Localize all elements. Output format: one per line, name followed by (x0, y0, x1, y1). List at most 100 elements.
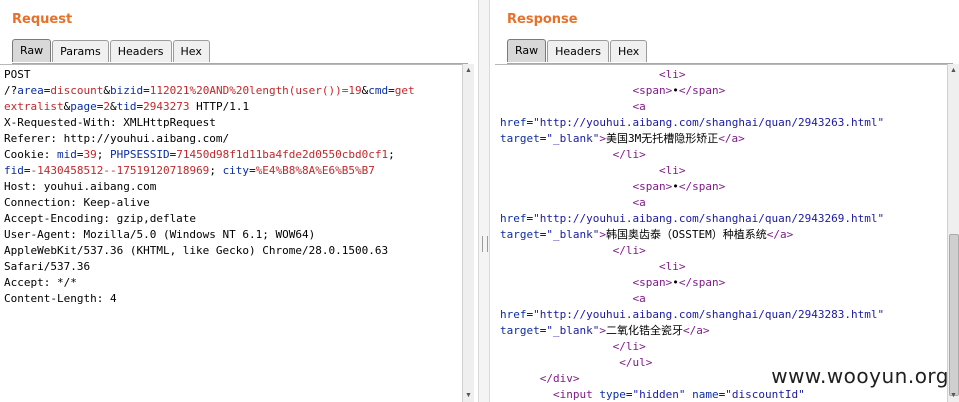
response-token: 韩国奥齿泰（OSSTEM）种植系统 (605, 228, 767, 241)
response-token: </a> (682, 324, 710, 337)
request-token: = (23, 164, 31, 177)
response-token: href (500, 212, 527, 225)
response-token (500, 260, 659, 273)
request-token: Cookie: (4, 148, 57, 161)
request-token: 71450d98f1d11ba4fde2d0550cbd0cf1 (176, 148, 389, 161)
response-token: </div> (539, 372, 580, 385)
request-line: Host: youhui.aibang.com (4, 179, 462, 195)
response-token: target (500, 228, 540, 241)
response-token: <span> (632, 84, 673, 97)
response-token (500, 148, 613, 161)
request-token: HTTP/1.1 (189, 100, 250, 113)
request-line: X-Requested-With: XMLHttpRequest (4, 115, 462, 131)
response-token (500, 84, 632, 97)
response-line: <a (500, 99, 947, 115)
request-token: 2 (103, 100, 110, 113)
response-line: <a (500, 291, 947, 307)
response-line: target="_blank">二氧化锆全瓷牙</a> (500, 323, 947, 339)
request-line: extralist&page=2&tid=2943273 HTTP/1.1 (4, 99, 462, 115)
response-editor[interactable]: <li> <span>•</span> <a href="http://youhu… (495, 64, 947, 402)
request-token: extralist (4, 100, 64, 113)
response-token: > (599, 132, 606, 145)
request-line: Safari/537.36 (4, 259, 462, 275)
request-line: Referer: http://youhui.aibang.com/ (4, 131, 462, 147)
response-token: "http://youhui.aibang.com/shanghai/quan/… (533, 212, 885, 225)
request-token: = (143, 84, 150, 97)
scroll-down-arrow-icon[interactable]: ▼ (949, 391, 958, 400)
response-token: </span> (678, 180, 726, 193)
response-token: </li> (612, 148, 646, 161)
response-title: Response (507, 12, 578, 27)
request-token: Accept-Encoding: gzip,deflate (4, 212, 197, 225)
response-token (500, 100, 632, 113)
response-token: target (500, 324, 540, 337)
response-token: href (500, 308, 527, 321)
response-token (500, 388, 553, 401)
response-token: "_blank" (546, 132, 600, 145)
response-line: </li> (500, 243, 947, 259)
response-token (500, 372, 540, 385)
request-token: area (17, 84, 44, 97)
request-token: Referer: http://youhui.aibang.com/ (4, 132, 230, 145)
request-token: /? (4, 84, 18, 97)
response-token (500, 292, 632, 305)
response-line: <input type="hidden" name="discountId" (500, 387, 947, 402)
request-line: /?area=discount&bizid=112021%20AND%20len… (4, 83, 462, 99)
response-tab-hex[interactable]: Hex (609, 40, 648, 62)
response-line: <li> (500, 163, 947, 179)
response-token: </li> (612, 244, 646, 257)
response-token: <a (632, 292, 646, 305)
response-line: <span>•</span> (500, 179, 947, 195)
response-token: <input (552, 388, 593, 401)
response-line: </li> (500, 339, 947, 355)
panel-splitter[interactable] (478, 0, 490, 402)
response-token: <a (632, 100, 646, 113)
response-tab-headers[interactable]: Headers (547, 40, 609, 62)
request-raw-text[interactable]: POST/?area=discount&bizid=112021%20AND%2… (0, 65, 462, 307)
request-line: fid=-1430458512--17519120718969; city=%E… (4, 163, 462, 179)
scroll-up-arrow-icon[interactable]: ▲ (464, 66, 473, 75)
scrollbar-thumb[interactable] (949, 234, 959, 396)
response-scrollbar[interactable]: ▲ ▼ (947, 64, 959, 402)
request-token: tid (116, 100, 137, 113)
scroll-up-arrow-icon[interactable]: ▲ (949, 66, 958, 75)
splitter-grip-icon[interactable] (482, 236, 488, 252)
request-tab-params[interactable]: Params (52, 40, 109, 62)
response-raw-text[interactable]: <li> <span>•</span> <a href="http://youhu… (495, 65, 947, 402)
response-token: type (599, 388, 626, 401)
request-scrollbar[interactable]: ▲ ▼ (462, 64, 474, 402)
request-token: city (222, 164, 250, 177)
response-line: target="_blank">韩国奥齿泰（OSSTEM）种植系统</a> (500, 227, 947, 243)
scroll-down-arrow-icon[interactable]: ▼ (464, 391, 473, 400)
request-token: X-Requested-With: XMLHttpRequest (4, 116, 216, 129)
response-line: target="_blank">美国3M无托槽隐形矫正</a> (500, 131, 947, 147)
response-token (500, 68, 659, 81)
request-tab-headers[interactable]: Headers (109, 40, 172, 62)
response-line: <span>•</span> (500, 83, 947, 99)
request-tab-hex[interactable]: Hex (172, 40, 210, 62)
request-token: Accept: */* (4, 276, 77, 289)
request-token: %E4%B8%8A%E6%B5%B7 (255, 164, 375, 177)
response-token (500, 356, 619, 369)
response-token: 美国3M无托槽隐形矫正 (605, 132, 719, 145)
response-tab-raw[interactable]: Raw (507, 39, 547, 62)
request-tab-raw[interactable]: Raw (12, 39, 52, 62)
request-token: Connection: Keep-alive (4, 196, 150, 209)
response-token: > (599, 228, 606, 241)
request-token: = (388, 84, 395, 97)
response-token: </li> (612, 340, 646, 353)
response-token: "_blank" (546, 228, 600, 241)
request-editor[interactable]: POST/?area=discount&bizid=112021%20AND%2… (0, 64, 462, 402)
request-tabbar: Raw Params Headers Hex (12, 38, 468, 64)
request-token: PHPSESSID (109, 148, 170, 161)
response-token: </a> (718, 132, 745, 145)
request-line: Accept-Encoding: gzip,deflate (4, 211, 462, 227)
response-line: <span>•</span> (500, 275, 947, 291)
request-token: ; (209, 164, 223, 177)
request-line: User-Agent: Mozilla/5.0 (Windows NT 6.1;… (4, 227, 462, 243)
response-line: <a (500, 195, 947, 211)
response-token: • (672, 180, 679, 193)
response-token: "_blank" (546, 324, 600, 337)
request-token: -1430458512--17519120718969 (30, 164, 210, 177)
request-token: 112021%20AND%20length(user())=19 (149, 84, 362, 97)
